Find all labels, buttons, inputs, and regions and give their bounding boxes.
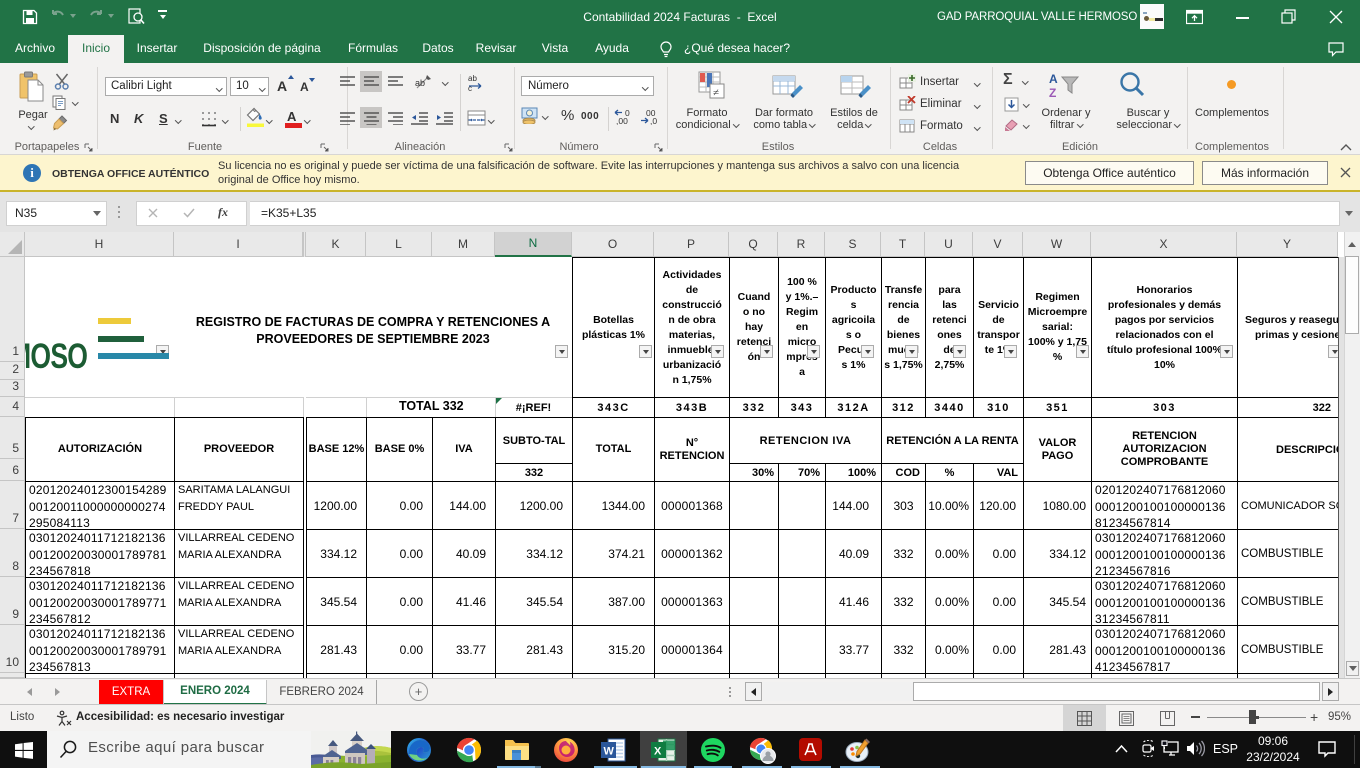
svg-text:W: W [604, 746, 615, 758]
svg-text:,00: ,00 [616, 116, 628, 125]
svg-text:c: c [468, 84, 472, 91]
svg-text:ab: ab [468, 74, 477, 83]
svg-text:Z: Z [1049, 86, 1056, 99]
svg-text:X: X [654, 746, 662, 758]
svg-text:A: A [1049, 72, 1058, 86]
svg-text:ab: ab [415, 78, 425, 88]
svg-text:≠: ≠ [713, 87, 719, 99]
svg-text:,0: ,0 [650, 116, 657, 125]
